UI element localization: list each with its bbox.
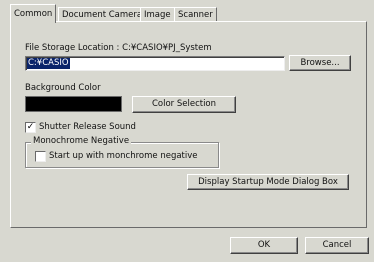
monochrome-negative-title: Monochrome Negative (31, 136, 132, 146)
tab-image[interactable]: Image (140, 7, 175, 22)
start-monochrome-checkbox[interactable] (35, 151, 46, 162)
checkmark-icon: ✓ (26, 122, 35, 132)
browse-button[interactable]: Browse... (289, 55, 351, 71)
background-color-swatch (25, 96, 122, 112)
color-selection-button[interactable]: Color Selection (132, 96, 236, 113)
common-tab-panel: File Storage Location : C:¥CASIO¥PJ_Syst… (10, 21, 367, 228)
properties-dialog: Common Document Camera Image Scanner Fil… (0, 0, 374, 262)
file-storage-path-input[interactable]: C:¥CASIO (25, 56, 285, 71)
shutter-release-sound-checkbox[interactable]: ✓ (25, 122, 36, 133)
cancel-button[interactable]: Cancel (305, 237, 369, 254)
shutter-release-sound-label: Shutter Release Sound (39, 122, 136, 132)
file-storage-location-label: File Storage Location : C:¥CASIO¥PJ_Syst… (25, 43, 212, 53)
background-color-label: Background Color (25, 83, 101, 93)
file-storage-path-value: C:¥CASIO (27, 58, 70, 69)
start-monochrome-label: Start up with monchrome negative (49, 151, 198, 161)
tab-common[interactable]: Common (10, 4, 57, 23)
ok-button[interactable]: OK (230, 237, 298, 254)
tab-document-camera[interactable]: Document Camera (58, 7, 147, 22)
display-startup-mode-button[interactable]: Display Startup Mode Dialog Box (187, 174, 349, 190)
tab-scanner[interactable]: Scanner (174, 7, 217, 22)
